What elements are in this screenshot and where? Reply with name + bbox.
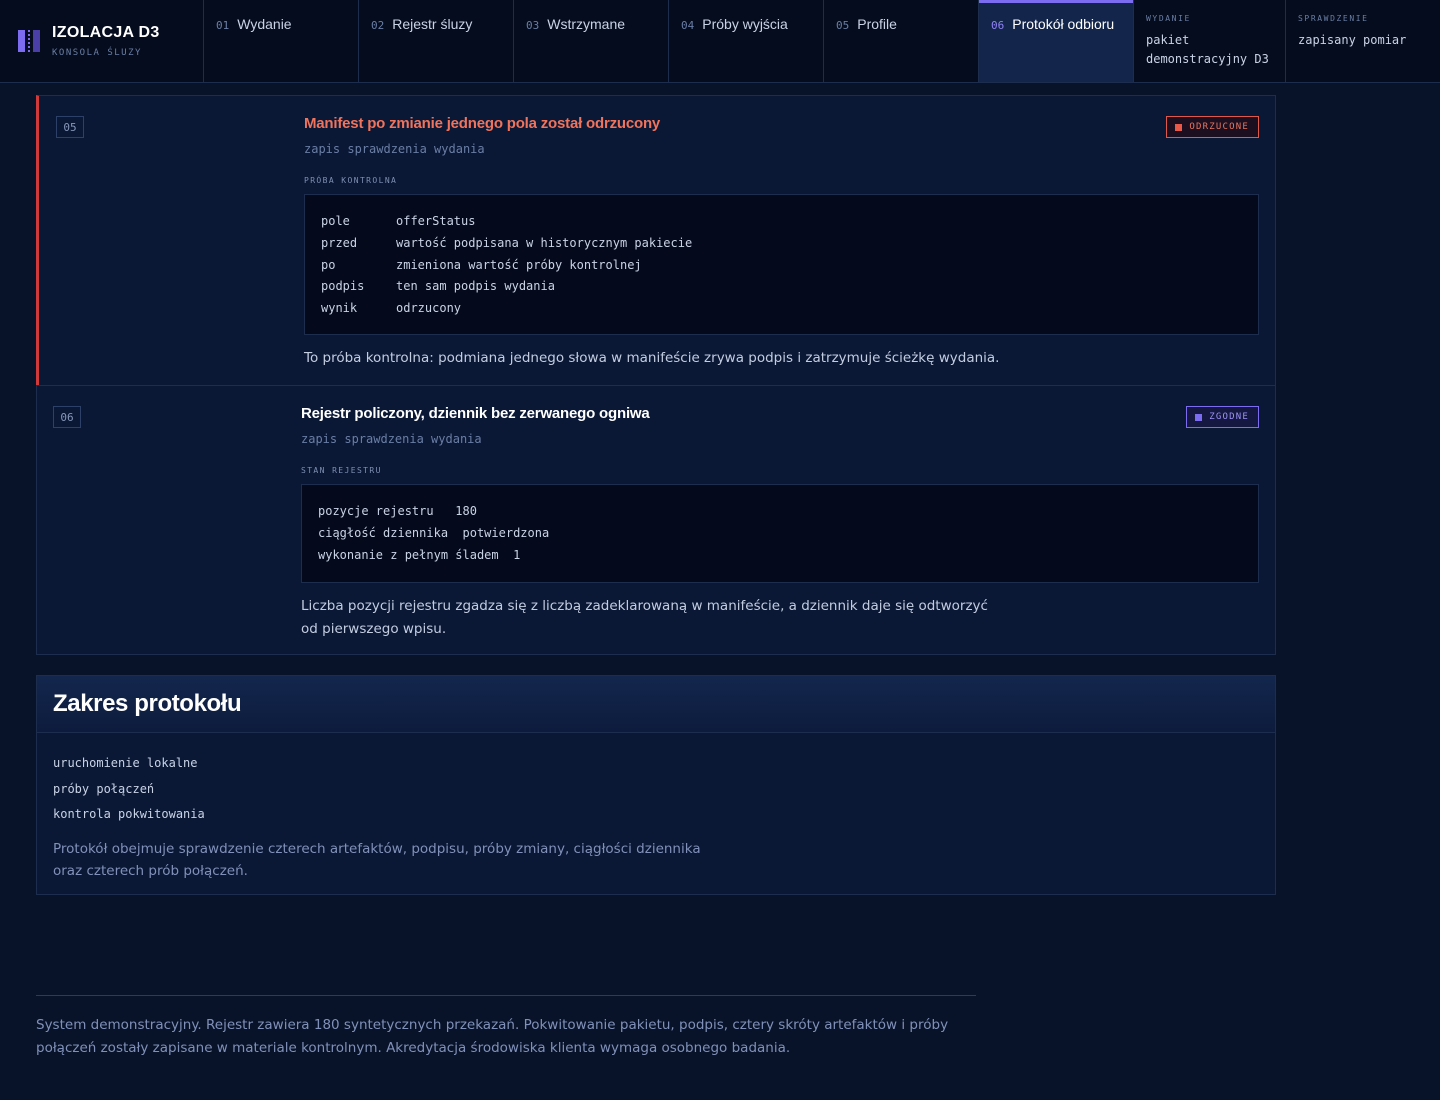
kv-row: pole offerStatus bbox=[321, 214, 476, 228]
scope-list: uruchomienie lokalne próby połączeń kont… bbox=[37, 733, 1275, 828]
kv-row: wynik odrzucony bbox=[321, 301, 462, 316]
kv-row: ciągłość dziennika potwierdzona bbox=[318, 525, 550, 540]
tab-wydanie[interactable]: 01 Wydanie bbox=[204, 0, 359, 82]
tab-protokol-odbioru[interactable]: 06 Protokół odbioru bbox=[979, 0, 1134, 82]
tab-label: Wydanie bbox=[237, 16, 292, 32]
tab-rejestr-sluzy[interactable]: 02 Rejestr śluzy bbox=[359, 0, 514, 82]
scope-header: Zakres protokołu bbox=[37, 676, 1275, 733]
scope-title: Zakres protokołu bbox=[53, 690, 242, 717]
kv-row: przed wartość podpisana w historycznym pa… bbox=[321, 235, 693, 250]
top-navigation: IZOLACJA D3 KONSOLA ŚLUZY 01 Wydanie 02 … bbox=[0, 0, 1440, 83]
tab-number: 03 bbox=[526, 19, 540, 32]
check-subtitle: zapis sprawdzenia wydania bbox=[301, 432, 482, 446]
kv-row: podpis ten sam podpis wydania bbox=[321, 279, 555, 294]
logo-icon bbox=[18, 29, 40, 53]
tab-label: Protokół odbioru bbox=[1012, 16, 1115, 32]
check-meta-value: zapisany pomiar bbox=[1298, 33, 1407, 47]
registry-state-box: pozycje rejestru 180 ciągłość dziennika … bbox=[301, 484, 1259, 584]
footer-divider bbox=[36, 995, 976, 996]
kv-row: pozycje rejestru 180 bbox=[318, 504, 477, 518]
check-note: Liczba pozycji rejestru zgadza się z lic… bbox=[301, 598, 988, 638]
tab-label: Próby wyjścia bbox=[702, 16, 788, 32]
check-index: 06 bbox=[53, 406, 81, 428]
control-sample-box: pole offerStatus przed wartość podpisana w… bbox=[304, 194, 1259, 335]
protocol-scope-panel: Zakres protokołu uruchomienie lokalne pr… bbox=[36, 675, 1276, 895]
tab-wstrzymane[interactable]: 03 Wstrzymane bbox=[514, 0, 669, 82]
scope-item: uruchomienie lokalne bbox=[53, 756, 198, 770]
tab-label: Rejestr śluzy bbox=[392, 16, 473, 32]
tab-number: 01 bbox=[216, 19, 230, 32]
scope-item: kontrola pokwitowania bbox=[53, 807, 205, 821]
release-meta-label: WYDANIE bbox=[1146, 14, 1191, 23]
tab-label: Profile bbox=[857, 16, 897, 32]
scope-note: Protokół obejmuje sprawdzenie czterech a… bbox=[53, 840, 701, 880]
kv-row: wykonanie z pełnym śladem 1 bbox=[318, 547, 521, 562]
check-meta-label: SPRAWDZENIE bbox=[1298, 14, 1369, 23]
check-index: 05 bbox=[56, 116, 84, 138]
footer-text: System demonstracyjny. Rejestr zawiera 1… bbox=[36, 1017, 949, 1056]
tab-proby-wyjscia[interactable]: 04 Próby wyjścia bbox=[669, 0, 824, 82]
tab-number: 02 bbox=[371, 19, 385, 32]
brand[interactable]: IZOLACJA D3 KONSOLA ŚLUZY bbox=[0, 0, 204, 82]
release-meta-value: pakiet demonstracyjny D3 bbox=[1146, 33, 1269, 66]
section-label: PRÓBA KONTROLNA bbox=[304, 176, 398, 185]
kv-row: po zmieniona wartość próby kontrolnej bbox=[321, 257, 642, 272]
check-meta: SPRAWDZENIE zapisany pomiar bbox=[1286, 0, 1438, 82]
section-label: STAN REJESTRU bbox=[301, 466, 382, 475]
check-card-rejected: 05 ODRZUCONE Manifest po zmianie jednego… bbox=[36, 95, 1276, 386]
tab-number: 04 bbox=[681, 19, 695, 32]
tab-number: 06 bbox=[991, 19, 1005, 32]
check-note: To próba kontrolna: podmiana jednego sło… bbox=[304, 349, 1000, 366]
scope-item: próby połączeń bbox=[53, 781, 155, 796]
check-card-ok: 06 ZGODNE Rejestr policzony, dziennik be… bbox=[36, 385, 1276, 655]
tab-number: 05 bbox=[836, 19, 850, 32]
brand-subtitle: KONSOLA ŚLUZY bbox=[52, 48, 142, 58]
check-title: Rejestr policzony, dziennik bez zerwaneg… bbox=[301, 405, 650, 422]
check-title: Manifest po zmianie jednego pola został … bbox=[304, 115, 661, 132]
check-subtitle: zapis sprawdzenia wydania bbox=[304, 142, 485, 156]
tab-label: Wstrzymane bbox=[547, 16, 626, 32]
tab-profile[interactable]: 05 Profile bbox=[824, 0, 979, 82]
brand-title: IZOLACJA D3 bbox=[52, 24, 160, 41]
release-meta: WYDANIE pakiet demonstracyjny D3 bbox=[1134, 0, 1286, 82]
